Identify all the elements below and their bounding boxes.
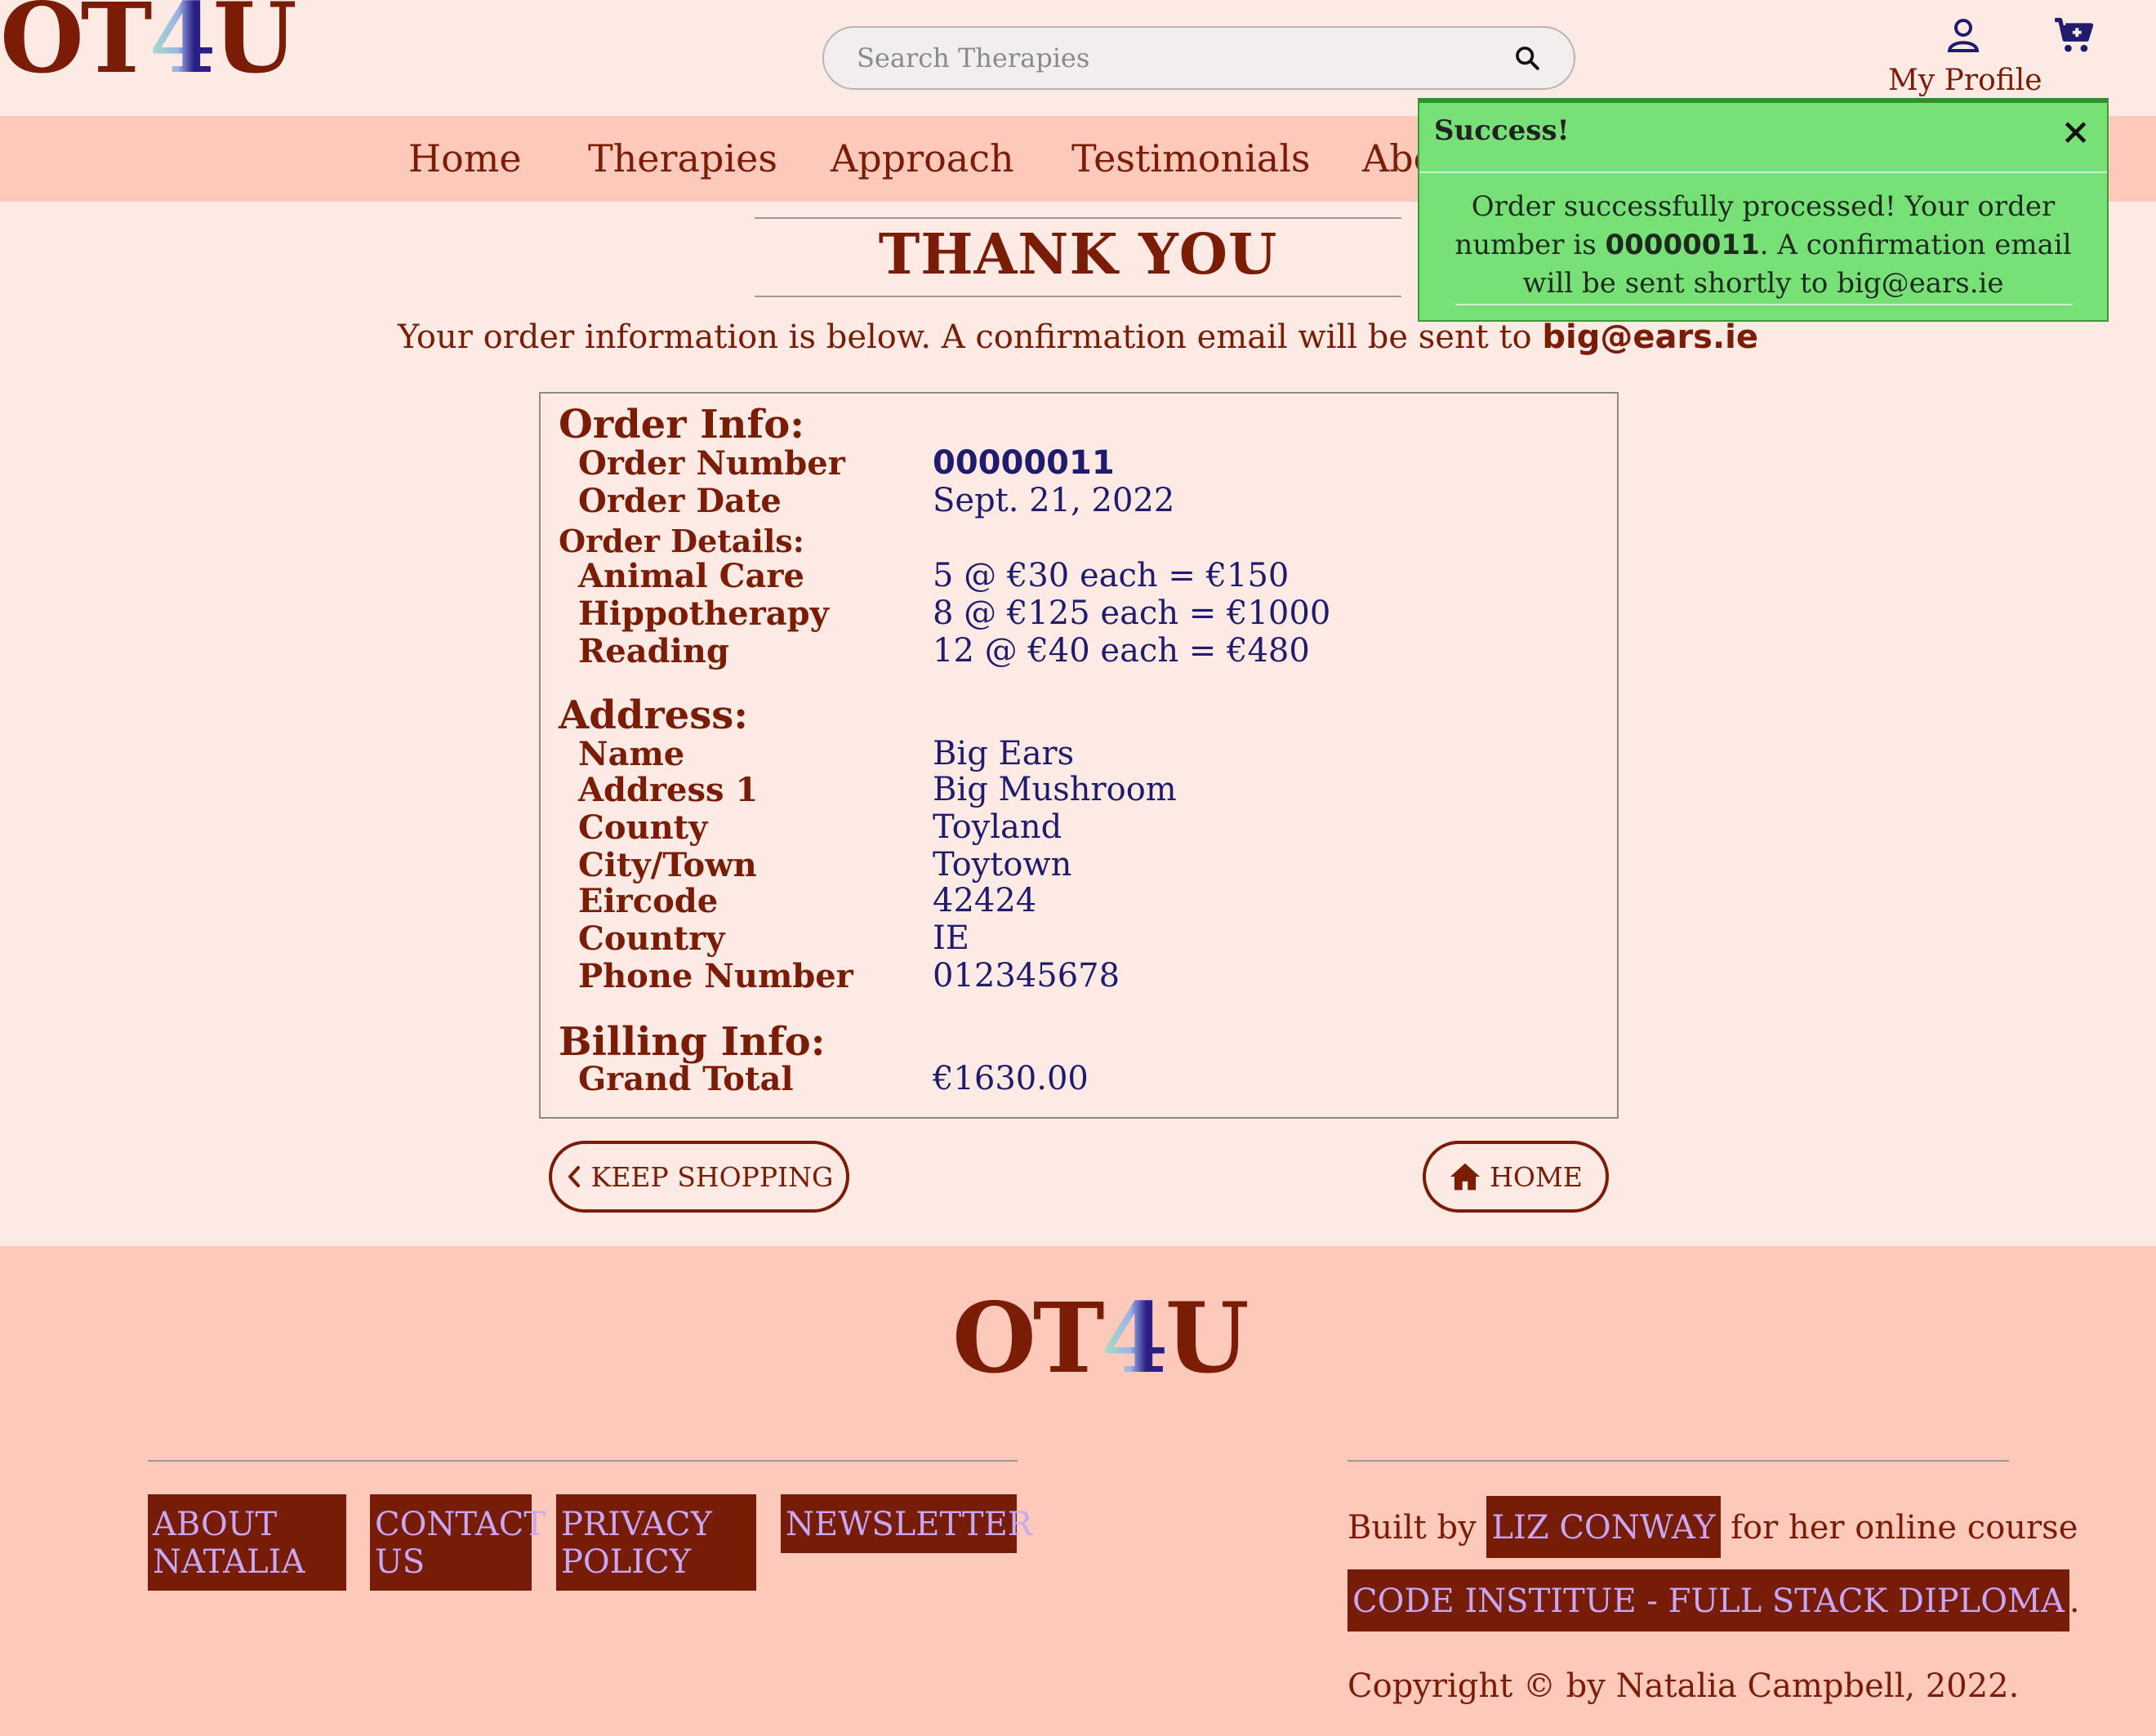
profile-label: My Profile [1888, 64, 2042, 97]
home-button[interactable]: HOME [1423, 1141, 1609, 1213]
logo-text-4: 4 [149, 0, 216, 95]
toast-order-number: 00000011 [1605, 229, 1760, 261]
address-row-label: Phone Number [578, 957, 853, 995]
footer-for-course: for her online course [1731, 1509, 2078, 1547]
order-number-value: 00000011 [933, 444, 1115, 482]
address-row-value: Big Ears [933, 735, 1075, 772]
order-date-label: Order Date [578, 482, 782, 520]
chevron-left-icon [568, 1166, 580, 1187]
address-heading: Address: [559, 692, 748, 738]
address-row-label: County [578, 808, 708, 847]
course-link[interactable]: CODE INSTITUE - FULL STACK DIPLOMA [1348, 1569, 2069, 1631]
keep-shopping-label: KEEP SHOPPING [590, 1160, 834, 1193]
address-row-label: Eircode [578, 882, 719, 920]
address-row-value: Toytown [933, 846, 1072, 884]
logo-text-ot: OT [952, 1281, 1105, 1395]
search-input[interactable] [857, 42, 1513, 73]
grand-total-label: Grand Total [578, 1060, 794, 1098]
address-row-value: 012345678 [933, 957, 1120, 995]
keep-shopping-button[interactable]: KEEP SHOPPING [549, 1141, 849, 1213]
footer-link-newsletter[interactable]: NEWSLETTER [781, 1494, 1032, 1553]
address-row-value: Big Mushroom [933, 771, 1177, 808]
my-profile-link[interactable]: My Profile [1888, 15, 2042, 97]
order-item-label: Reading [578, 632, 729, 670]
address-row-value: Toyland [933, 808, 1062, 846]
nav-therapies[interactable]: Therapies [588, 116, 777, 202]
footer-logo[interactable]: OT4U [952, 1290, 1250, 1387]
order-item-value: 12 @ €40 each = €480 [933, 632, 1310, 670]
footer-link-contact[interactable]: CONTACT US [370, 1494, 546, 1591]
address-row-label: Country [578, 919, 725, 958]
title-top-rule [755, 217, 1401, 219]
footer-course: CODE INSTITUE - FULL STACK DIPLOMA. [1348, 1569, 2080, 1631]
search-bar [822, 26, 1575, 90]
address-row-label: Address 1 [578, 771, 759, 809]
intro-email: big@ears.ie [1542, 318, 1759, 356]
home-icon [1450, 1163, 1481, 1191]
logo-text-4: 4 [1101, 1281, 1169, 1395]
address-row-label: Name [578, 735, 685, 773]
address-row-label: City/Town [578, 846, 757, 884]
order-item-value: 5 @ €30 each = €150 [933, 557, 1290, 594]
order-item-label: Hippotherapy [578, 594, 829, 633]
footer-link-privacy[interactable]: PRIVACY POLICY [556, 1494, 756, 1591]
success-toast: Success! × Order successfully processed!… [1418, 98, 2109, 322]
address-row-value: IE [933, 919, 969, 957]
toast-bottom-rule [1455, 304, 2073, 305]
order-number-label: Order Number [578, 444, 845, 483]
site-footer: OT4U ABOUT NATALIA CONTACT US PRIVACY PO… [0, 1246, 2156, 1736]
home-label: HOME [1490, 1160, 1583, 1193]
order-item-label: Animal Care [578, 557, 804, 595]
footer-left-rule [148, 1460, 1018, 1462]
site-logo[interactable]: OT4U [0, 0, 297, 87]
order-info-heading: Order Info: [559, 402, 804, 447]
logo-text-ot: OT [0, 0, 153, 95]
footer-link-about[interactable]: ABOUT NATALIA [148, 1494, 346, 1591]
order-details-heading: Order Details: [559, 523, 804, 559]
intro-text: Your order information is below. A confi… [397, 318, 1543, 356]
title-bottom-rule [755, 296, 1401, 297]
order-intro: Your order information is below. A confi… [0, 318, 2156, 356]
toast-divider [1419, 171, 2107, 173]
toast-message: Order successfully processed! Your order… [1444, 188, 2082, 303]
footer-credit: Built by LIZ CONWAY for her online cours… [1348, 1496, 2078, 1558]
order-date-value: Sept. 21, 2022 [933, 482, 1175, 519]
order-summary-box: Order Info: Order Number 00000011 Order … [539, 392, 1619, 1119]
footer-right-rule [1348, 1460, 2009, 1462]
logo-text-u: U [212, 0, 297, 95]
footer-copyright: Copyright © by Natalia Campbell, 2022. [1348, 1667, 2020, 1705]
search-icon[interactable] [1513, 44, 1541, 72]
nav-testimonials[interactable]: Testimonials [1071, 116, 1311, 202]
nav-home[interactable]: Home [408, 116, 522, 202]
shopping-cart-icon[interactable] [2053, 15, 2096, 57]
user-icon [1947, 19, 1980, 52]
footer-built-by: Built by [1348, 1509, 1477, 1547]
page-title: THANK YOU [878, 222, 1278, 287]
close-icon[interactable]: × [2060, 114, 2091, 150]
grand-total-value: €1630.00 [933, 1060, 1089, 1097]
footer-course-period: . [2069, 1582, 2080, 1620]
order-item-value: 8 @ €125 each = €1000 [933, 594, 1331, 632]
author-link[interactable]: LIZ CONWAY [1486, 1496, 1721, 1558]
nav-approach[interactable]: Approach [831, 116, 1014, 202]
address-row-value: 42424 [933, 882, 1037, 919]
toast-title: Success! [1434, 114, 1570, 147]
billing-heading: Billing Info: [559, 1019, 826, 1065]
logo-text-u: U [1165, 1281, 1250, 1395]
